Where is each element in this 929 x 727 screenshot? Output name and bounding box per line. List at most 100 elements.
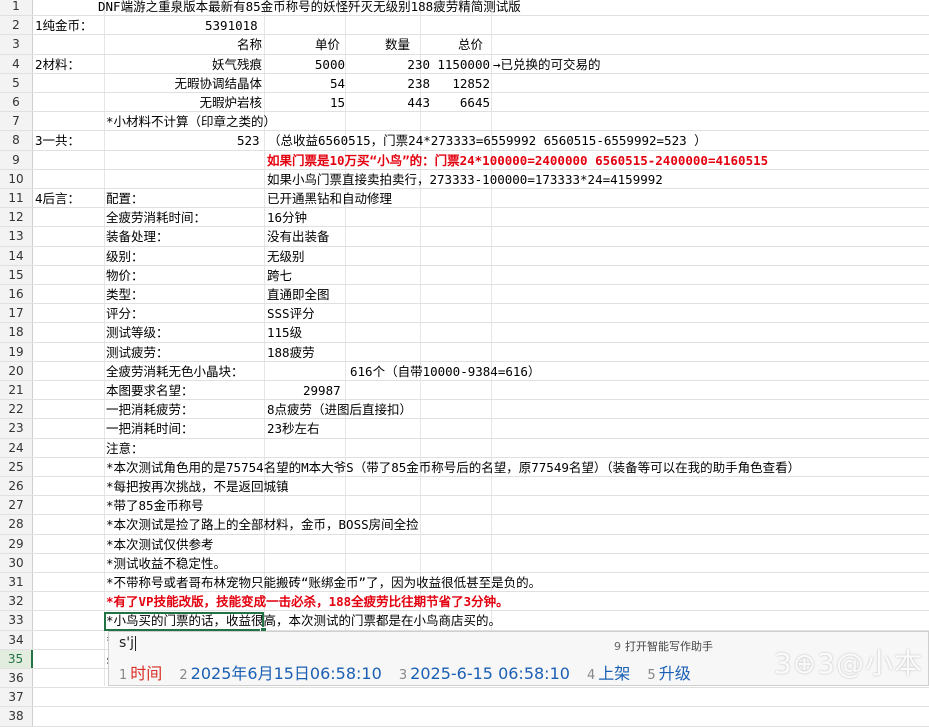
cell-text[interactable]: 523 xyxy=(237,131,260,150)
cell-text[interactable]: *不带称号或者哥布林宠物只能搬砖“账绑金币”了，因为收益很低甚至是负的。 xyxy=(106,573,541,592)
row-number[interactable]: 29 xyxy=(0,534,33,553)
cell-text[interactable]: *有了VP技能改版，技能变成一击必杀，188全疲劳比往期节省了3分钟。 xyxy=(106,592,509,611)
cell-text[interactable]: 230 xyxy=(382,55,430,74)
cell-text[interactable]: 配置： xyxy=(106,189,144,208)
cell-text[interactable]: →已兑换的可交易的 xyxy=(493,55,601,74)
cell-text[interactable]: 评分： xyxy=(106,304,144,323)
cell-text[interactable]: 测试等级： xyxy=(106,323,169,342)
cell-text[interactable]: 无级别 xyxy=(267,247,305,266)
row-number[interactable]: 27 xyxy=(0,496,33,515)
cell-text[interactable]: *本次测试角色用的是75754名望的M本大爷S（带了85金币称号后的名望，原77… xyxy=(106,458,800,477)
row-number[interactable]: 1 xyxy=(0,0,33,16)
smart-writing-assistant-button[interactable]: 9 打开智能写作助手 xyxy=(614,638,713,654)
row-number[interactable]: 30 xyxy=(0,553,33,572)
row-number[interactable]: 14 xyxy=(0,246,33,265)
cell-text[interactable]: 如果门票是10万买“小鸟”的：门票24*100000=2400000 65605… xyxy=(267,151,768,170)
row-number[interactable]: 10 xyxy=(0,169,33,188)
row-number[interactable]: 23 xyxy=(0,419,33,438)
cell-text[interactable]: 无暇炉岩核 xyxy=(160,93,262,112)
cell-text[interactable]: 类型： xyxy=(106,285,144,304)
ime-candidate[interactable]: 3 2025-6-15 06:58:10 xyxy=(399,664,570,683)
cell-text[interactable]: *每把按再次挑战，不是返回城镇 xyxy=(106,477,289,496)
cell-text[interactable]: 总价 xyxy=(458,35,483,54)
row-number[interactable]: 16 xyxy=(0,285,33,304)
row-number[interactable]: 2 xyxy=(0,16,33,35)
row-number[interactable]: 5 xyxy=(0,73,33,92)
row-number[interactable]: 19 xyxy=(0,342,33,361)
cell-text[interactable]: 23秒左右 xyxy=(267,419,320,438)
cell-text[interactable]: *本次测试仅供参考 xyxy=(106,535,214,554)
cell-text[interactable]: 616个（自带10000-9384=616） xyxy=(350,362,540,381)
row-number[interactable]: 38 xyxy=(0,707,33,726)
cell-text[interactable]: 16分钟 xyxy=(267,208,307,227)
cell-text[interactable]: 15 xyxy=(295,93,345,112)
cell-text[interactable]: 29987 xyxy=(303,381,341,400)
row-number[interactable]: 15 xyxy=(0,265,33,284)
cell-text[interactable]: 已开通黑钻和自动修理 xyxy=(267,189,392,208)
row-number[interactable]: 32 xyxy=(0,592,33,611)
cell-text[interactable]: 12852 xyxy=(428,74,490,93)
cell-text[interactable]: 无暇协调结晶体 xyxy=(130,74,262,93)
cell-text[interactable]: 443 xyxy=(382,93,430,112)
cell-text[interactable]: *本次测试是捡了路上的全部材料，金币，BOSS房间全捡 xyxy=(106,515,419,534)
cell-text[interactable]: 115级 xyxy=(267,323,302,342)
ime-candidate[interactable]: 5 升级 xyxy=(647,660,690,684)
row-number[interactable]: 36 xyxy=(0,669,33,688)
row-number[interactable]: 8 xyxy=(0,131,33,150)
cell-text[interactable]: 54 xyxy=(295,74,345,93)
cell-text[interactable]: 1纯金币： xyxy=(35,16,93,35)
cell-text[interactable]: 全疲劳消耗无色小晶块： xyxy=(106,362,244,381)
cell-text[interactable]: 一把消耗疲劳： xyxy=(106,400,194,419)
cell-text[interactable]: *测试收益不稳定性。 xyxy=(106,554,226,573)
ime-candidate[interactable]: 2 2025年6月15日06:58:10 xyxy=(179,660,381,684)
row-number[interactable]: 18 xyxy=(0,323,33,342)
row-number[interactable]: 9 xyxy=(0,150,33,169)
cell-text[interactable]: DNF端游之重泉版本最新有85金币称号的妖怪歼灭无级别188疲劳精简测试版 xyxy=(98,0,521,16)
cell-text[interactable]: 188疲劳 xyxy=(267,343,315,362)
row-number[interactable]: 12 xyxy=(0,208,33,227)
cell-text[interactable]: 装备处理： xyxy=(106,227,169,246)
row-number[interactable]: 24 xyxy=(0,438,33,457)
cell-text[interactable]: 物价： xyxy=(106,266,144,285)
row-number[interactable]: 34 xyxy=(0,630,33,649)
row-number[interactable]: 6 xyxy=(0,93,33,112)
row-number[interactable]: 21 xyxy=(0,381,33,400)
row-number[interactable]: 31 xyxy=(0,573,33,592)
row-number[interactable]: 20 xyxy=(0,361,33,380)
row-number[interactable]: 3 xyxy=(0,35,33,54)
row-number[interactable]: 22 xyxy=(0,400,33,419)
cell-text[interactable]: 直通即全图 xyxy=(267,285,330,304)
row-number[interactable]: 17 xyxy=(0,304,33,323)
row-number[interactable]: 7 xyxy=(0,112,33,131)
cell-text[interactable]: 数量 xyxy=(385,35,410,54)
row-number[interactable]: 28 xyxy=(0,515,33,534)
cell-text[interactable]: 跨七 xyxy=(267,266,292,285)
cell-text[interactable]: 如果小鸟门票直接卖拍卖行，273333-100000=173333*24=415… xyxy=(267,170,663,189)
cell-text[interactable]: 测试疲劳： xyxy=(106,343,169,362)
cell-text[interactable]: 注意： xyxy=(106,439,144,458)
active-cell-selection[interactable] xyxy=(104,612,264,631)
ime-candidate[interactable]: 4 上架 xyxy=(587,660,630,684)
cell-text[interactable]: 5000 xyxy=(295,55,345,74)
cell-text[interactable]: 1150000 xyxy=(428,55,490,74)
cell-text[interactable]: 2材料： xyxy=(35,55,80,74)
cell-text[interactable]: 本图要求名望： xyxy=(106,381,194,400)
cell-text[interactable]: 6645 xyxy=(428,93,490,112)
row-number[interactable]: 25 xyxy=(0,457,33,476)
ime-candidate[interactable]: 1 时间 xyxy=(119,660,162,684)
cell-text[interactable]: 单价 xyxy=(315,35,340,54)
row-number[interactable]: 35 xyxy=(0,649,33,668)
row-number[interactable]: 11 xyxy=(0,189,33,208)
cell-text[interactable]: 名称 xyxy=(230,35,262,54)
cell-text[interactable]: 一把消耗时间： xyxy=(106,419,194,438)
cell-text[interactable]: 级别： xyxy=(106,247,144,266)
row-number[interactable]: 33 xyxy=(0,611,33,630)
cell-text[interactable]: SSS评分 xyxy=(267,304,315,323)
row-number[interactable]: 26 xyxy=(0,477,33,496)
cell-text[interactable]: *带了85金币称号 xyxy=(106,496,204,515)
cell-text[interactable]: （总收益6560515，门票24*273333=6559992 6560515-… xyxy=(268,131,707,150)
cell-text[interactable]: *小材料不计算（印章之类的） xyxy=(106,112,276,131)
cell-text[interactable]: 没有出装备 xyxy=(267,227,330,246)
row-number[interactable]: 4 xyxy=(0,54,33,73)
cell-text[interactable]: 5391018 xyxy=(205,16,258,35)
